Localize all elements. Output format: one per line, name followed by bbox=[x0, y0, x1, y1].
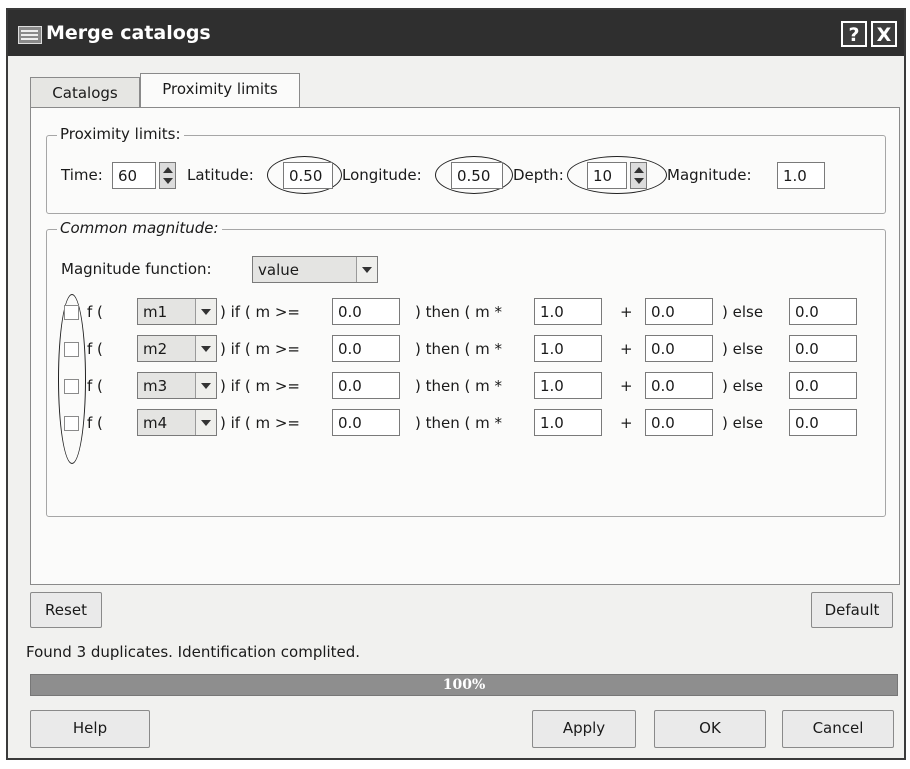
tab-panel: Proximity limits: Time: 60 Latitude: 0.5… bbox=[30, 107, 900, 585]
f-open-label: f ( bbox=[87, 377, 103, 395]
plus-label: + bbox=[620, 414, 633, 432]
latitude-label: Latitude: bbox=[187, 166, 254, 184]
if-label: ) if ( m >= bbox=[220, 340, 300, 358]
magnitude-label: Magnitude: bbox=[667, 166, 752, 184]
magnitude-type-select[interactable]: m1 bbox=[137, 298, 217, 325]
then-label: ) then ( m * bbox=[415, 377, 503, 395]
addend-input[interactable]: 0.0 bbox=[645, 372, 713, 399]
f-open-label: f ( bbox=[87, 340, 103, 358]
magnitude-function-value: value bbox=[258, 261, 299, 279]
progress-label: 100% bbox=[442, 677, 486, 693]
magnitude-type-value: m4 bbox=[143, 414, 168, 432]
depth-input[interactable]: 10 bbox=[587, 162, 627, 189]
window-title: Merge catalogs bbox=[46, 22, 211, 44]
else-label: ) else bbox=[722, 414, 764, 432]
magnitude-input[interactable]: 1.0 bbox=[777, 162, 825, 189]
magnitude-type-value: m3 bbox=[143, 377, 168, 395]
else-value-input[interactable]: 0.0 bbox=[789, 335, 857, 362]
chevron-down-icon bbox=[195, 299, 216, 324]
title-bar[interactable]: Merge catalogs ? X bbox=[8, 10, 904, 56]
row-enable-checkbox[interactable] bbox=[64, 305, 79, 320]
plus-label: + bbox=[620, 340, 633, 358]
threshold-input[interactable]: 0.0 bbox=[332, 372, 400, 399]
multiplier-input[interactable]: 1.0 bbox=[534, 335, 602, 362]
depth-label: Depth: bbox=[513, 166, 564, 184]
then-label: ) then ( m * bbox=[415, 414, 503, 432]
cancel-button[interactable]: Cancel bbox=[782, 710, 894, 748]
plus-label: + bbox=[620, 377, 633, 395]
then-label: ) then ( m * bbox=[415, 340, 503, 358]
threshold-input[interactable]: 0.0 bbox=[332, 409, 400, 436]
threshold-input[interactable]: 0.0 bbox=[332, 335, 400, 362]
common-magnitude-group: Common magnitude: Magnitude function: va… bbox=[46, 219, 886, 517]
time-spinner[interactable] bbox=[159, 162, 176, 189]
f-open-label: f ( bbox=[87, 414, 103, 432]
threshold-input[interactable]: 0.0 bbox=[332, 298, 400, 325]
close-icon[interactable]: X bbox=[871, 21, 897, 47]
if-label: ) if ( m >= bbox=[220, 414, 300, 432]
chevron-down-icon bbox=[356, 257, 377, 282]
magnitude-type-value: m1 bbox=[143, 303, 168, 321]
else-value-input[interactable]: 0.0 bbox=[789, 298, 857, 325]
latitude-input[interactable]: 0.50 bbox=[283, 162, 333, 189]
magnitude-type-select[interactable]: m4 bbox=[137, 409, 217, 436]
reset-button[interactable]: Reset bbox=[30, 592, 102, 628]
proximity-limits-title: Proximity limits: bbox=[57, 125, 184, 143]
else-value-input[interactable]: 0.0 bbox=[789, 409, 857, 436]
if-label: ) if ( m >= bbox=[220, 303, 300, 321]
else-value-input[interactable]: 0.0 bbox=[789, 372, 857, 399]
proximity-limits-group: Proximity limits: Time: 60 Latitude: 0.5… bbox=[46, 125, 886, 214]
longitude-label: Longitude: bbox=[342, 166, 422, 184]
else-label: ) else bbox=[722, 377, 764, 395]
status-text: Found 3 duplicates. Identification compl… bbox=[26, 643, 361, 661]
window-icon bbox=[18, 26, 42, 44]
tab-catalogs[interactable]: Catalogs bbox=[30, 77, 140, 107]
magnitude-function-select[interactable]: value bbox=[252, 256, 378, 283]
time-label: Time: bbox=[61, 166, 103, 184]
help-button[interactable]: Help bbox=[30, 710, 150, 748]
progress-bar: 100% bbox=[30, 674, 898, 696]
then-label: ) then ( m * bbox=[415, 303, 503, 321]
chevron-down-icon bbox=[195, 336, 216, 361]
ok-button[interactable]: OK bbox=[654, 710, 766, 748]
longitude-input[interactable]: 0.50 bbox=[451, 162, 503, 189]
magnitude-type-value: m2 bbox=[143, 340, 168, 358]
multiplier-input[interactable]: 1.0 bbox=[534, 409, 602, 436]
addend-input[interactable]: 0.0 bbox=[645, 335, 713, 362]
common-magnitude-title: Common magnitude: bbox=[57, 219, 222, 237]
multiplier-input[interactable]: 1.0 bbox=[534, 372, 602, 399]
else-label: ) else bbox=[722, 340, 764, 358]
addend-input[interactable]: 0.0 bbox=[645, 409, 713, 436]
apply-button[interactable]: Apply bbox=[532, 710, 636, 748]
else-label: ) else bbox=[722, 303, 764, 321]
row-enable-checkbox[interactable] bbox=[64, 379, 79, 394]
if-label: ) if ( m >= bbox=[220, 377, 300, 395]
depth-spinner[interactable] bbox=[630, 162, 647, 189]
plus-label: + bbox=[620, 303, 633, 321]
magnitude-function-label: Magnitude function: bbox=[61, 260, 212, 278]
multiplier-input[interactable]: 1.0 bbox=[534, 298, 602, 325]
default-button[interactable]: Default bbox=[811, 592, 893, 628]
row-enable-checkbox[interactable] bbox=[64, 342, 79, 357]
addend-input[interactable]: 0.0 bbox=[645, 298, 713, 325]
chevron-down-icon bbox=[195, 410, 216, 435]
help-title-button[interactable]: ? bbox=[841, 21, 867, 47]
f-open-label: f ( bbox=[87, 303, 103, 321]
time-input[interactable]: 60 bbox=[112, 162, 156, 189]
tab-proximity-limits[interactable]: Proximity limits bbox=[140, 73, 300, 107]
merge-catalogs-dialog: Merge catalogs ? X Catalogs Proximity li… bbox=[6, 8, 906, 760]
row-enable-checkbox[interactable] bbox=[64, 416, 79, 431]
magnitude-type-select[interactable]: m2 bbox=[137, 335, 217, 362]
magnitude-type-select[interactable]: m3 bbox=[137, 372, 217, 399]
chevron-down-icon bbox=[195, 373, 216, 398]
